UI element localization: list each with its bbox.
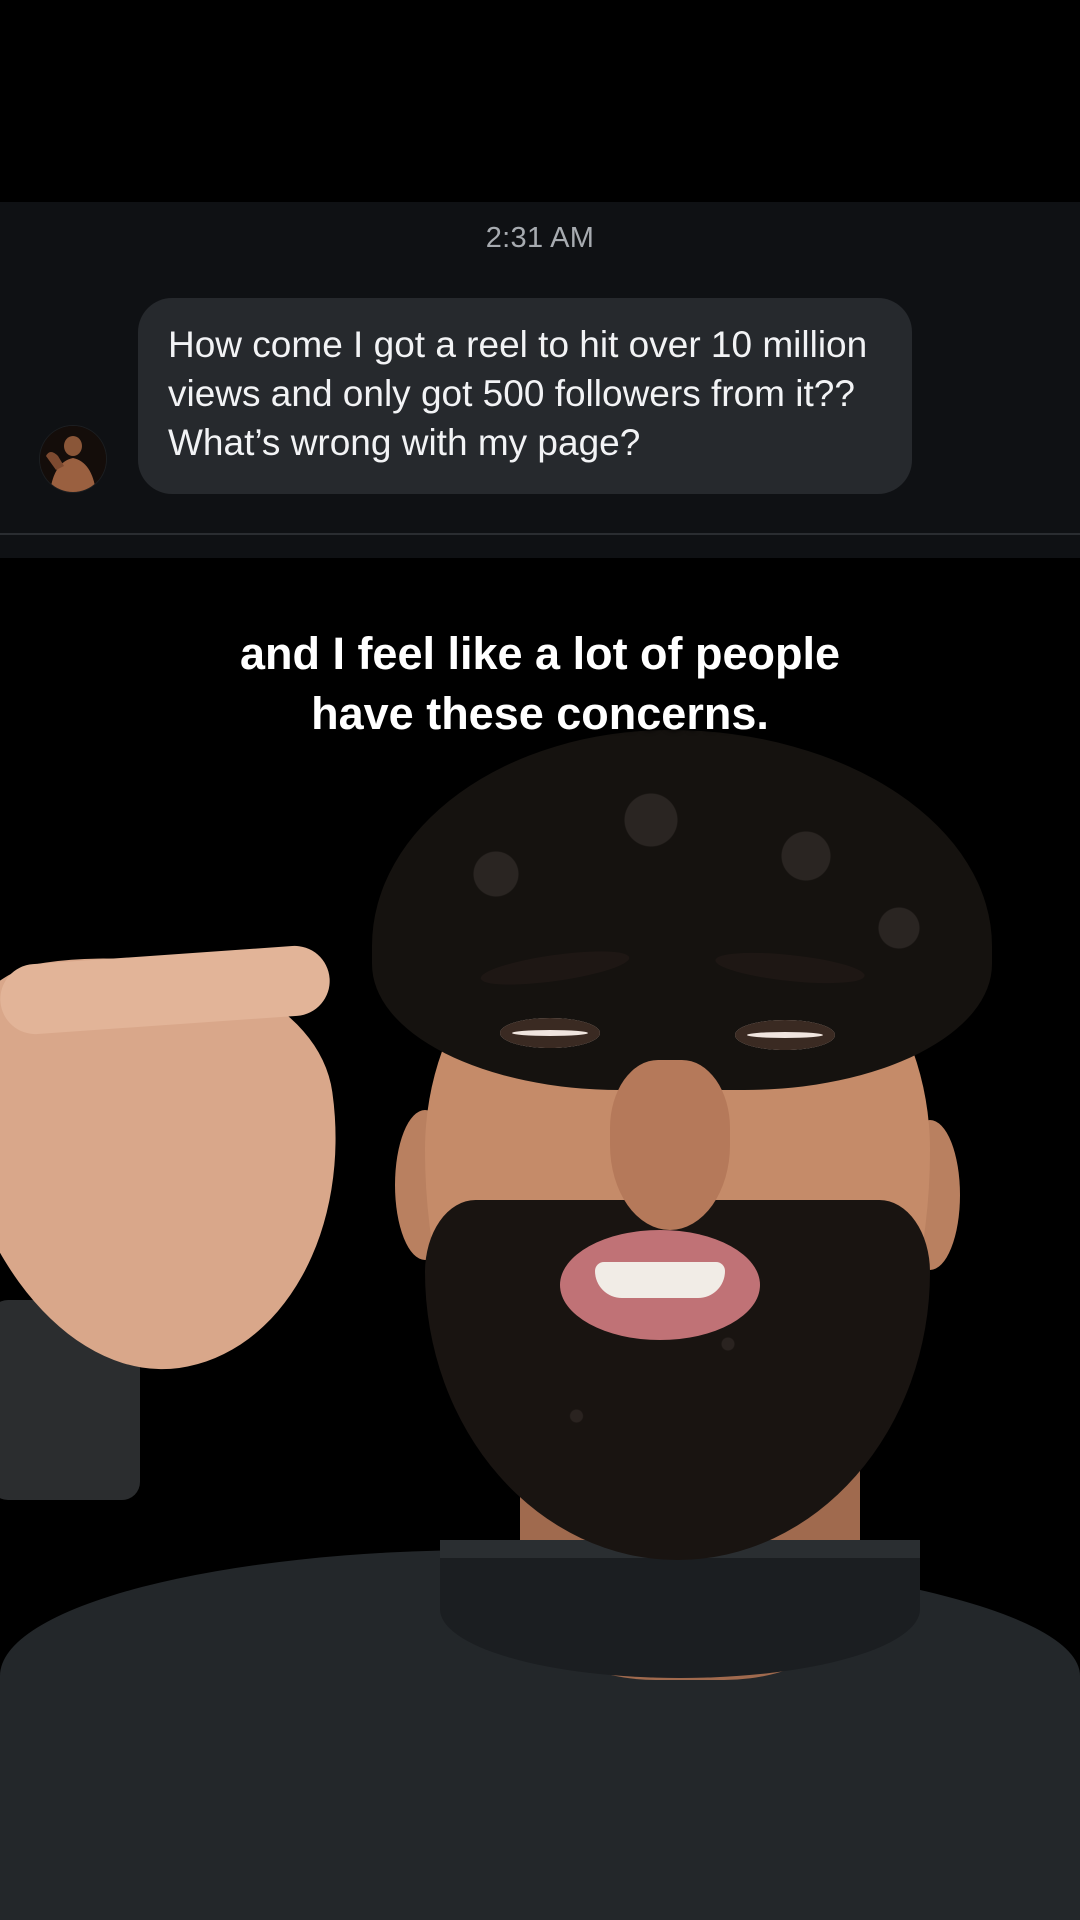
- speaker-eye-right: [735, 1020, 835, 1050]
- avatar-photo-icon: [40, 426, 106, 492]
- message-bubble: How come I got a reel to hit over 10 mil…: [138, 298, 912, 494]
- dm-divider: [0, 533, 1080, 535]
- caption-line-1: and I feel like a lot of people: [239, 628, 841, 679]
- caption-line-2: have these concerns.: [311, 688, 769, 739]
- speaker-collar: [440, 1540, 920, 1678]
- video-caption: and I feel like a lot of people have the…: [140, 624, 940, 744]
- speaker-video: [0, 700, 1080, 1920]
- speaker-eye-left: [500, 1018, 600, 1048]
- speaker-teeth: [595, 1262, 725, 1298]
- message-timestamp: 2:31 AM: [485, 222, 595, 254]
- speaker-nose: [610, 1060, 730, 1230]
- video-frame: 2:31 AM How come I got a reel to hit ove…: [0, 0, 1080, 1920]
- speaker-hair: [372, 730, 992, 1090]
- sender-avatar-icon: [40, 426, 106, 492]
